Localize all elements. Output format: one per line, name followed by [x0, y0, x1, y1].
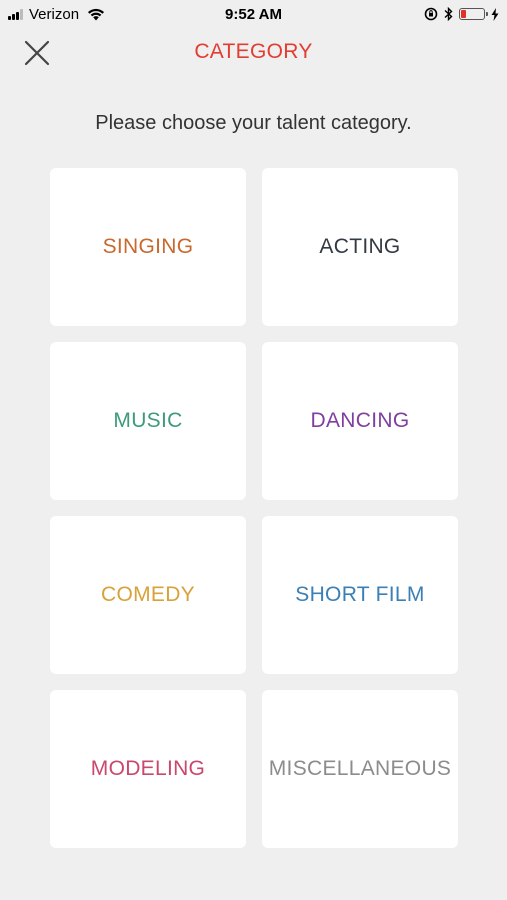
- status-bar: Verizon 9:52 AM: [0, 0, 507, 28]
- category-tile-acting[interactable]: ACTING: [262, 168, 458, 326]
- category-grid: SINGING ACTING MUSIC DANCING COMEDY SHOR…: [50, 168, 458, 848]
- status-time: 9:52 AM: [225, 5, 282, 23]
- category-tile-singing[interactable]: SINGING: [50, 168, 246, 326]
- category-tile-short-film[interactable]: SHORT FILM: [262, 516, 458, 674]
- header: CATEGORY: [0, 28, 507, 76]
- category-tile-modeling[interactable]: MODELING: [50, 690, 246, 848]
- instruction-text: Please choose your talent category.: [95, 112, 412, 134]
- category-tile-miscellaneous[interactable]: MISCELLANEOUS: [262, 690, 458, 848]
- battery-icon: [459, 8, 488, 20]
- category-tile-dancing[interactable]: DANCING: [262, 342, 458, 500]
- category-tile-music[interactable]: MUSIC: [50, 342, 246, 500]
- category-tile-comedy[interactable]: COMEDY: [50, 516, 246, 674]
- page-title: CATEGORY: [194, 40, 313, 63]
